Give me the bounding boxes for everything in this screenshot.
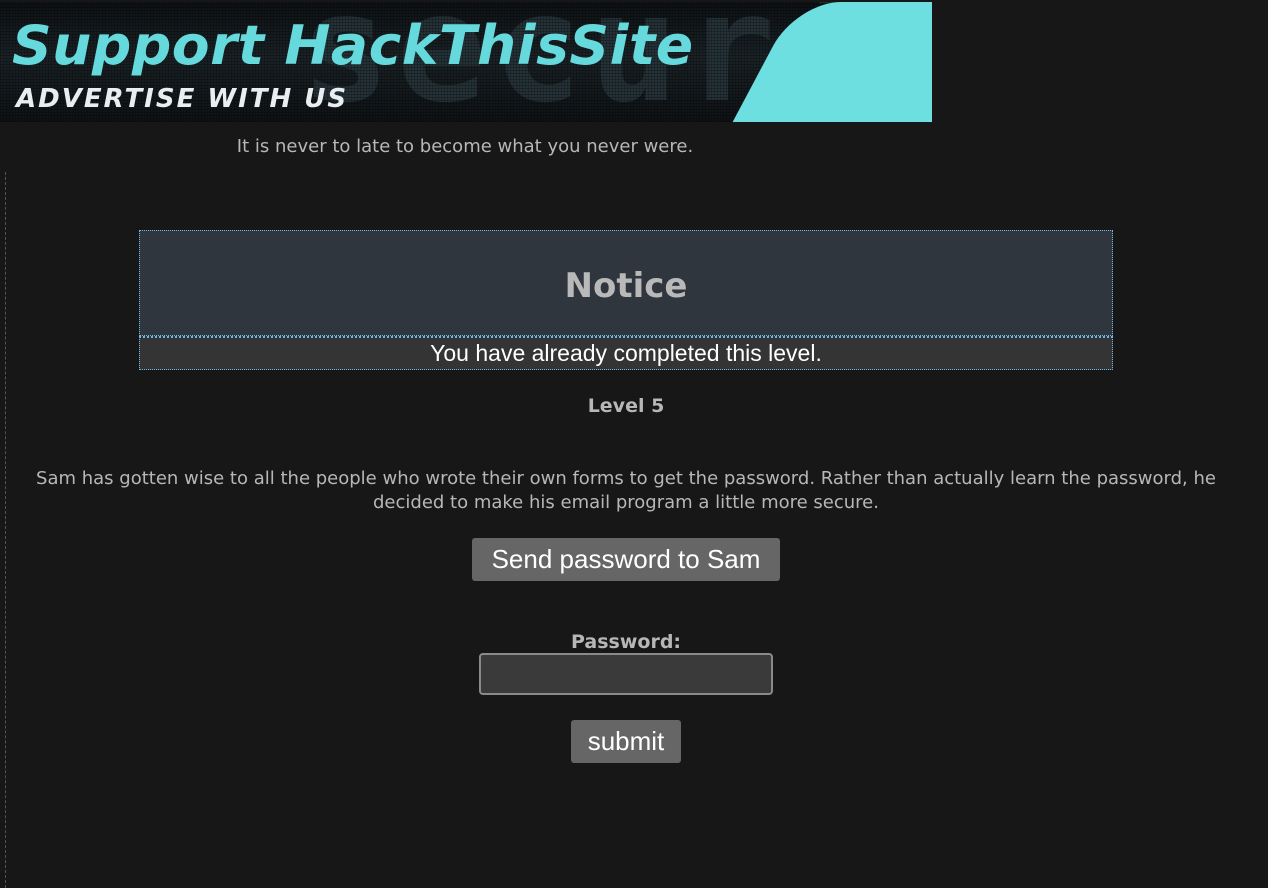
- page: security Support HackThisSite ADVERTISE …: [0, 0, 1268, 888]
- banner-title: Support HackThisSite: [12, 14, 694, 77]
- submit-button[interactable]: submit: [571, 720, 681, 763]
- level-title: Level 5: [587, 395, 665, 417]
- password-input[interactable]: [479, 653, 773, 695]
- send-password-button[interactable]: Send password to Sam: [472, 538, 780, 581]
- notice-box: Notice You have already completed this l…: [139, 230, 1113, 370]
- notice-message: You have already completed this level.: [430, 340, 822, 366]
- left-divider: [5, 172, 6, 888]
- level-description: Sam has gotten wise to all the people wh…: [36, 468, 1216, 513]
- notice-body: You have already completed this level.: [139, 336, 1113, 370]
- password-label: Password:: [570, 631, 682, 653]
- notice-title: Notice: [564, 266, 688, 306]
- site-quote: It is never to late to become what you n…: [236, 136, 694, 157]
- advertisement-banner[interactable]: security Support HackThisSite ADVERTISE …: [0, 2, 932, 122]
- notice-header: Notice: [139, 230, 1113, 336]
- banner-subtitle: ADVERTISE WITH US: [16, 84, 349, 114]
